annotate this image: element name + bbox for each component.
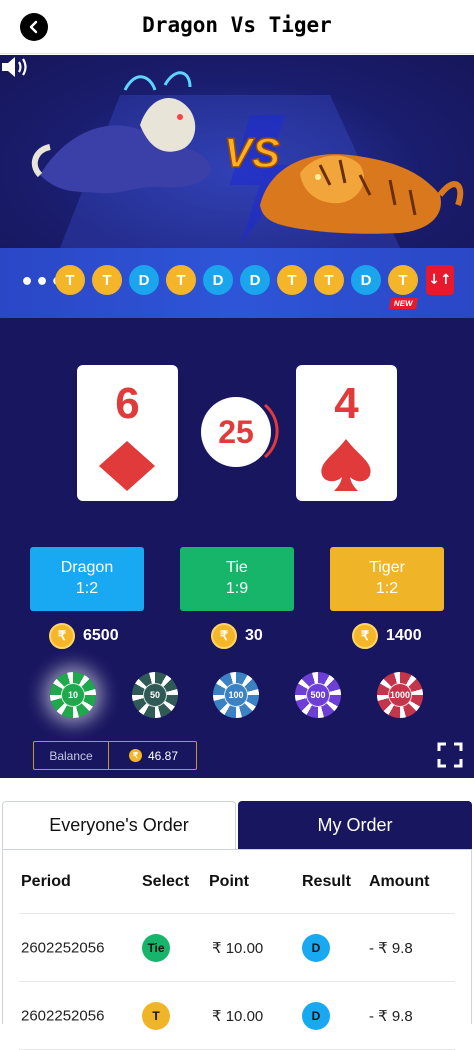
order-point: ₹ 10.00 [212,939,264,957]
bet-tie-odds: 1:9 [225,580,249,597]
chip-50-value: 50 [143,683,167,707]
tie-pool-amount: 30 [245,627,263,644]
chip-10[interactable]: 10 [50,672,96,718]
dragon-card: 6 [77,365,178,501]
orders-table: Period Select Point Result Amount 260225… [2,849,472,1050]
bet-tiger-odds: 1:2 [375,580,399,597]
chip-100-value: 100 [224,683,248,707]
tiger-pool-amount: 1400 [386,627,422,644]
tab-everyones-order[interactable]: Everyone's Order [2,801,236,849]
table-header: Period Select Point Result Amount [19,850,455,914]
bet-dragon-button[interactable]: Dragon 1:2 [30,547,144,611]
table-row: 2602252056 T ₹ 10.00 D - ₹ 9.8 [19,982,455,1050]
tie-pool: ₹ 30 [211,622,263,650]
bet-tiger-label: Tiger [369,559,405,576]
tab-my-order[interactable]: My Order [238,801,472,849]
order-period: 2602252056 [21,939,105,956]
history-list: T T D T D D T T D T [55,265,418,295]
history-result: D [203,265,233,295]
column-header: Select [142,872,190,890]
history-result: D [240,265,270,295]
bet-tie-label: Tie [226,559,248,576]
dragon-pool: ₹ 6500 [49,622,119,650]
table-row: 2602252056 Tie ₹ 10.00 D - ₹ 9.8 [19,914,455,982]
chip-500[interactable]: 500 [295,672,341,718]
bet-tie-button[interactable]: Tie 1:9 [180,547,294,611]
order-select-badge: Tie [142,933,170,962]
history-result: D [351,265,381,295]
rupee-coin-icon: ₹ [129,749,142,762]
history-result: T [388,265,418,295]
game-area: VS ••• T T D T D D T T D T NEW ↓↑ 6 25 4… [0,55,474,778]
rupee-coin-icon: ₹ [49,623,75,649]
order-amount: - ₹ 9.8 [369,1007,413,1025]
history-result: T [166,265,196,295]
order-result-badge: D [302,933,330,962]
history-result: D [129,265,159,295]
countdown-timer: 25 [201,397,271,467]
header: Dragon Vs Tiger [0,0,474,54]
order-amount: - ₹ 9.8 [369,939,413,957]
bet-tiger-button[interactable]: Tiger 1:2 [330,547,444,611]
balance-amount: 46.87 [148,748,179,763]
dragon-pool-amount: 6500 [83,627,119,644]
balance-box: Balance ₹ 46.87 [33,741,197,770]
balance-label: Balance [34,742,109,769]
rupee-coin-icon: ₹ [352,623,378,649]
game-banner: VS [0,55,474,248]
bet-dragon-odds: 1:2 [75,580,99,597]
tiger-card-value: 4 [334,379,359,428]
new-badge: NEW [389,298,418,309]
dragon-card-value: 6 [115,379,140,428]
order-tabs: Everyone's Order My Order [0,801,474,849]
fullscreen-icon[interactable] [437,742,463,768]
history-result: T [314,265,344,295]
order-period: 2602252056 [21,1007,105,1024]
diamond-suit-icon [99,441,155,491]
chip-50[interactable]: 50 [132,672,178,718]
bet-dragon-label: Dragon [60,559,114,576]
history-result: T [277,265,307,295]
column-header: Point [209,872,249,890]
order-point: ₹ 10.00 [212,1007,264,1025]
sort-button[interactable]: ↓↑ [426,265,454,295]
tiger-pool: ₹ 1400 [352,622,422,650]
order-result-badge: D [302,1001,330,1030]
chip-1000[interactable]: 1000 [377,672,423,718]
column-header: Result [302,872,351,890]
column-header: Amount [369,872,430,890]
vs-text: VS [224,129,280,176]
chip-1000-value: 1000 [388,683,412,707]
chip-10-value: 10 [61,683,85,707]
column-header: Period [21,872,71,890]
speaker-icon[interactable] [0,55,30,79]
rupee-coin-icon: ₹ [211,623,237,649]
page-title: Dragon Vs Tiger [142,13,332,37]
chip-100[interactable]: 100 [213,672,259,718]
tiger-card: 4 [296,365,397,501]
history-result: T [55,265,85,295]
spade-suit-icon [321,439,371,491]
history-result: T [92,265,122,295]
order-select-badge: T [142,1001,170,1030]
dragon-tiger-illustration: VS [31,71,464,248]
chip-500-value: 500 [306,683,330,707]
balance-amount-group: ₹ 46.87 [109,749,178,763]
result-history-bar: ••• T T D T D D T T D T NEW ↓↑ [0,248,474,318]
